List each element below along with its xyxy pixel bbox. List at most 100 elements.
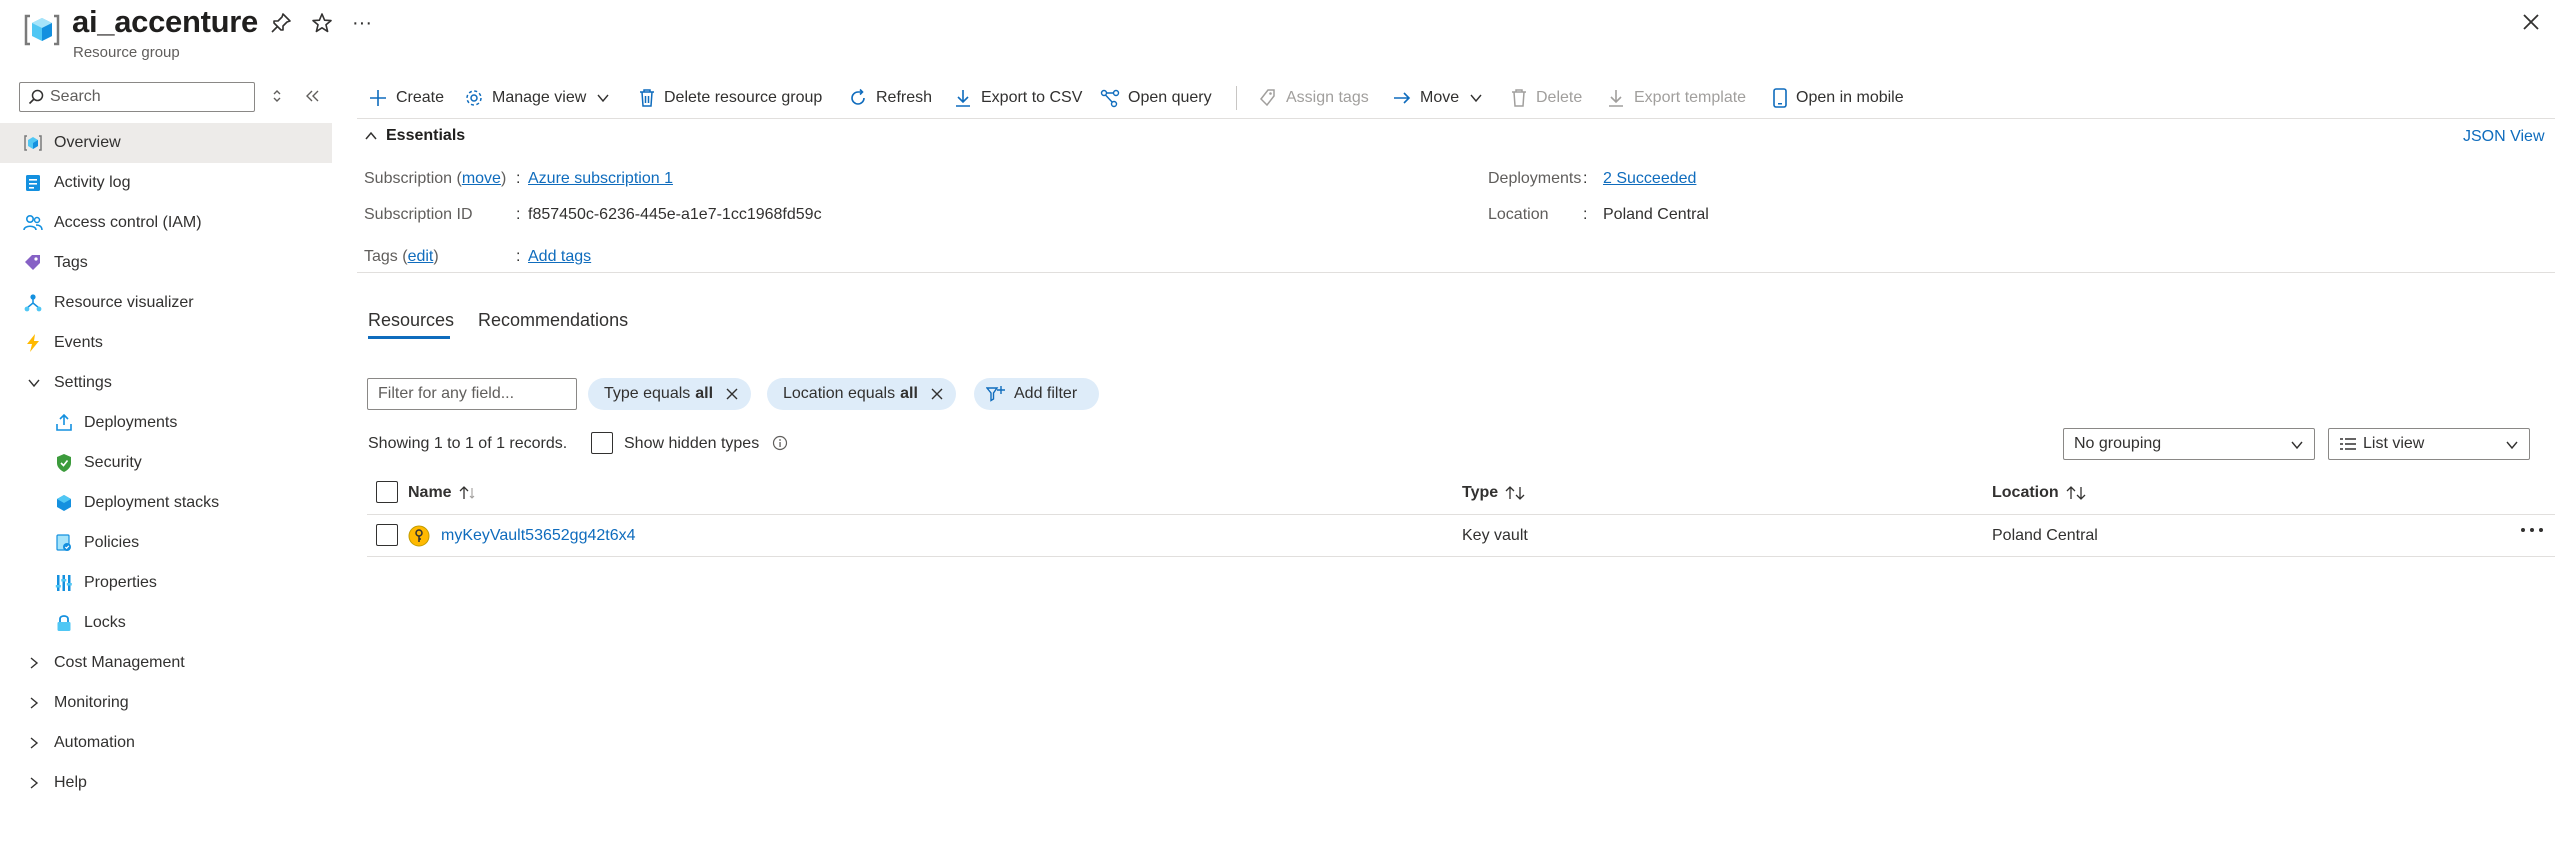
sidebar-item-properties[interactable]: Properties <box>0 563 332 603</box>
grouping-value: No grouping <box>2074 435 2162 452</box>
sort-icon <box>1505 486 1525 500</box>
query-icon <box>1100 89 1120 108</box>
show-hidden-types-checkbox[interactable] <box>591 432 613 454</box>
sidebar-item-resource-visualizer[interactable]: Resource visualizer <box>0 283 332 323</box>
view-value: List view <box>2363 435 2425 452</box>
sidebar-item-overview[interactable]: Overview <box>0 123 332 163</box>
move-button[interactable]: Move <box>1392 78 1483 118</box>
type-filter-pill[interactable]: Type equals all <box>588 378 752 410</box>
search-input[interactable] <box>50 88 240 106</box>
info-icon[interactable] <box>772 435 788 451</box>
export-csv-button[interactable]: Export to CSV <box>953 78 1082 118</box>
chevron-down-icon <box>597 94 609 103</box>
expand-collapse-all-icon[interactable] <box>270 88 284 104</box>
sidebar-item-activity-log[interactable]: Activity log <box>0 163 332 203</box>
sidebar-search[interactable] <box>19 82 255 112</box>
sidebar-group-settings[interactable]: Settings <box>0 363 332 403</box>
location-filter-pill[interactable]: Location equals all <box>767 378 956 410</box>
sidebar-group-monitoring[interactable]: Monitoring <box>0 683 332 723</box>
star-icon[interactable] <box>311 12 333 34</box>
tags-edit-link[interactable]: edit <box>408 248 434 265</box>
chevron-right-icon <box>30 697 39 709</box>
records-summary: Showing 1 to 1 of 1 records. <box>368 435 568 452</box>
sidebar-group-cost-management[interactable]: Cost Management <box>0 643 332 683</box>
manage-view-button[interactable]: Manage view <box>464 78 610 118</box>
sidebar-item-events[interactable]: Events <box>0 323 332 363</box>
move-label: Move <box>1420 89 1460 106</box>
assign-tags-button[interactable]: Assign tags <box>1258 78 1369 118</box>
create-label: Create <box>396 89 445 106</box>
pin-icon[interactable] <box>270 12 292 34</box>
close-icon[interactable] <box>930 387 944 401</box>
export-template-button[interactable]: Export template <box>1606 78 1746 118</box>
sidebar-item-policies[interactable]: Policies <box>0 523 332 563</box>
sidebar-item-locks[interactable]: Locks <box>0 603 332 643</box>
sidebar-item-deployment-stacks[interactable]: Deployment stacks <box>0 483 332 523</box>
divider <box>357 272 2555 273</box>
sidebar-item-label: Cost Management <box>54 654 185 671</box>
delete-label: Delete <box>1536 89 1583 106</box>
tab-resources[interactable]: Resources <box>368 310 454 331</box>
close-icon[interactable] <box>725 387 739 401</box>
close-icon[interactable] <box>2521 12 2541 32</box>
colon: : <box>516 206 521 223</box>
add-filter-button[interactable]: Add filter <box>974 378 1100 410</box>
essentials-toggle[interactable]: Essentials <box>364 127 465 145</box>
sidebar-item-deployments[interactable]: Deployments <box>0 403 332 443</box>
more-options-icon[interactable]: ··· <box>352 12 372 35</box>
key-vault-icon <box>408 525 430 547</box>
sidebar-item-label: Access control (IAM) <box>54 214 202 231</box>
column-header-location[interactable]: Location <box>1992 484 2089 502</box>
subscription-link[interactable]: Azure subscription 1 <box>528 170 673 188</box>
subscription-label-text: Subscription <box>364 170 453 187</box>
delete-button[interactable]: Delete <box>1510 78 1582 118</box>
deployments-link[interactable]: 2 Succeeded <box>1603 170 1696 188</box>
open-query-button[interactable]: Open query <box>1100 78 1212 118</box>
trash-icon <box>1512 89 1526 107</box>
toolbar-divider <box>1236 86 1237 110</box>
filter-input[interactable] <box>367 378 577 410</box>
sidebar-item-label: Policies <box>84 534 140 551</box>
download-icon <box>956 90 970 107</box>
column-header-name[interactable]: Name <box>408 484 478 502</box>
sidebar-item-label: Events <box>54 334 103 351</box>
sidebar-item-access-control[interactable]: Access control (IAM) <box>0 203 332 243</box>
policy-icon <box>56 534 71 551</box>
sidebar-item-tags[interactable]: Tags <box>0 243 332 283</box>
colon: : <box>516 170 521 187</box>
collapse-sidebar-icon[interactable] <box>304 88 320 104</box>
open-in-mobile-label: Open in mobile <box>1796 89 1904 106</box>
sidebar-item-label: Properties <box>84 574 157 591</box>
grouping-select[interactable]: No grouping <box>2063 428 2315 460</box>
subscription-id-value: f857450c-6236-445e-a1e7-1cc1968fd59c <box>528 206 822 223</box>
resource-name-link[interactable]: myKeyVault53652gg42t6x4 <box>441 527 636 545</box>
location-label: Location <box>1488 206 1549 223</box>
sidebar-group-automation[interactable]: Automation <box>0 723 332 763</box>
export-template-label: Export template <box>1634 89 1747 106</box>
column-header-type[interactable]: Type <box>1462 484 1528 502</box>
select-all-checkbox[interactable] <box>376 481 398 503</box>
page-header: ai_accenture Resource group ··· <box>0 0 2555 66</box>
tab-recommendations[interactable]: Recommendations <box>478 310 628 331</box>
json-view-link[interactable]: JSON View <box>2463 128 2545 146</box>
row-more-options-icon[interactable] <box>2520 525 2544 535</box>
chevron-down-icon <box>28 379 40 388</box>
delete-resource-group-button[interactable]: Delete resource group <box>638 78 822 118</box>
add-filter-icon <box>986 386 1005 402</box>
add-tags-link[interactable]: Add tags <box>528 248 591 266</box>
type-filter-value: all <box>695 385 714 402</box>
subscription-move-link[interactable]: move <box>462 170 501 187</box>
subscription-id-label: Subscription ID <box>364 206 473 223</box>
sidebar-item-label: Overview <box>54 134 121 151</box>
resource-type: Key vault <box>1462 527 1528 544</box>
create-button[interactable]: Create <box>368 78 444 118</box>
view-select[interactable]: List view <box>2328 428 2530 460</box>
row-checkbox[interactable] <box>376 524 398 546</box>
sidebar-item-security[interactable]: Security <box>0 443 332 483</box>
open-in-mobile-button[interactable]: Open in mobile <box>1772 78 1904 118</box>
sidebar-group-help[interactable]: Help <box>0 763 332 803</box>
colon: : <box>1583 170 1588 187</box>
sidebar-item-label: Activity log <box>54 174 131 191</box>
column-type-label: Type <box>1462 484 1499 501</box>
refresh-button[interactable]: Refresh <box>848 78 932 118</box>
